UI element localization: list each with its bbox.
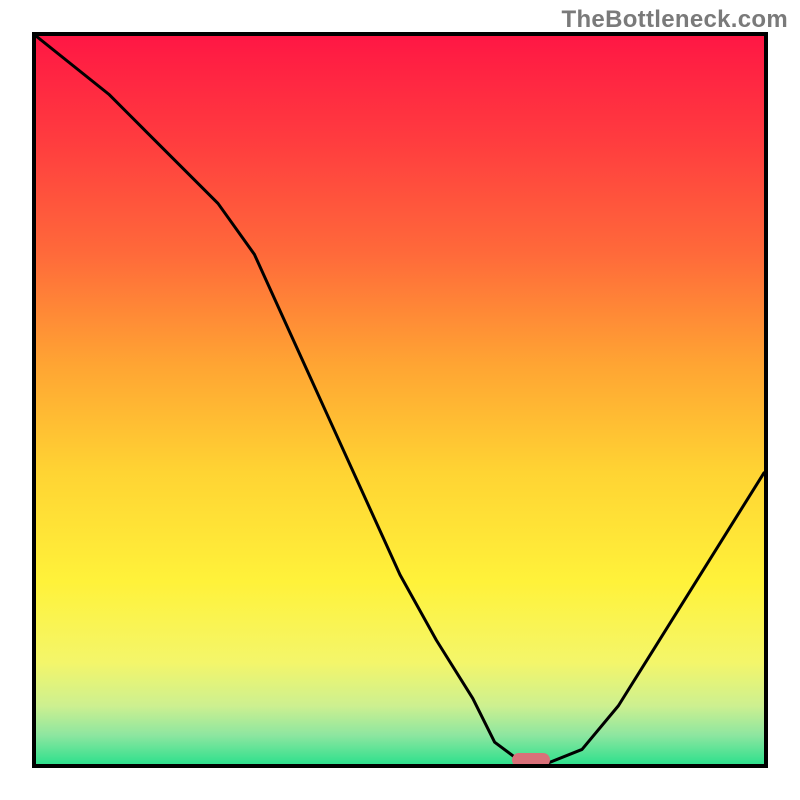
bottleneck-curve bbox=[36, 36, 764, 764]
watermark-text: TheBottleneck.com bbox=[562, 6, 788, 34]
chart-frame: TheBottleneck.com bbox=[0, 0, 800, 800]
optimum-marker bbox=[512, 753, 550, 767]
plot-area bbox=[32, 32, 768, 768]
